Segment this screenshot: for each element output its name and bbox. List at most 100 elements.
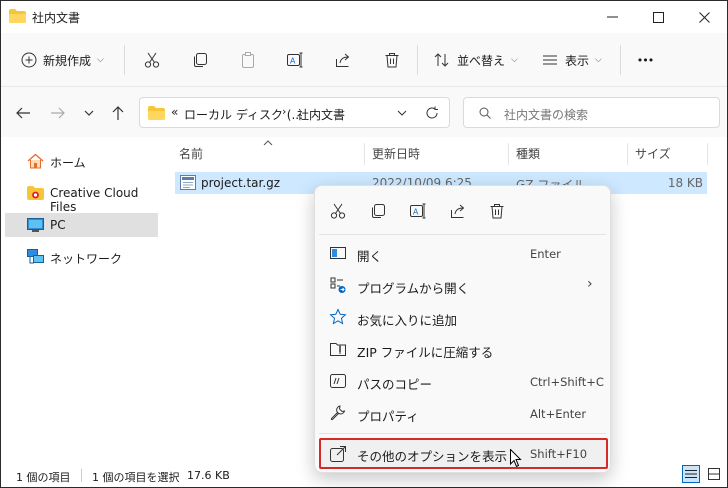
column-header-name[interactable]: 名前 [179,145,203,162]
forward-button[interactable] [46,101,70,125]
share-button[interactable] [332,45,354,75]
status-selected-size: 17.6 KB [187,469,230,482]
scissors-icon [144,52,160,68]
menu-item-label: プログラムから開く [357,281,470,296]
menu-item-compress-zip[interactable]: ZIP ファイルに圧縮する [321,334,606,365]
sort-button[interactable]: 並べ替え ⌵ [433,45,518,75]
svg-text:A: A [290,57,296,66]
menu-item-label: その他のオプションを表示 [357,449,508,464]
search-placeholder: 社内文書の検索 [504,108,589,122]
view-button[interactable]: 表示 ⌵ [541,45,602,75]
chevron-down-icon: ⌵ [97,55,104,65]
mouse-cursor-icon [510,449,522,468]
refresh-icon[interactable] [425,106,439,120]
recent-locations-button[interactable] [77,101,101,125]
chevron-down-icon[interactable] [397,108,407,118]
column-divider[interactable] [508,143,509,165]
rename-icon: A [410,203,426,219]
view-list-icon [543,55,557,65]
menu-rename-button[interactable]: A [403,197,433,225]
column-header-type[interactable]: 種類 [516,145,540,162]
copy-icon [372,204,385,218]
file-name: project.tar.gz [201,176,281,190]
folder-icon [9,9,26,23]
menu-copy-button[interactable] [363,197,393,225]
details-view-icon [685,470,697,478]
wrench-icon [330,405,346,421]
column-divider[interactable] [627,143,628,165]
menu-item-label: お気に入りに追加 [357,313,458,328]
column-divider[interactable] [364,143,365,165]
navigation-bar: « ローカル ディスク (... › 社内文書 社内文書の検索 [1,87,727,137]
menu-delete-button[interactable] [482,197,512,225]
command-bar: 新規作成 ⌵ A 並べ替え ⌵ 表示 ⌵ ••• [1,33,727,87]
search-box[interactable]: 社内文書の検索 [463,97,720,128]
delete-button[interactable] [381,45,403,75]
menu-item-label: パスのコピー [357,377,433,392]
menu-item-show-more-options[interactable]: その他のオプションを表示 Shift+F10 [319,438,608,469]
column-header-size[interactable]: サイズ [635,145,671,162]
column-divider[interactable] [707,143,708,165]
network-icon [27,249,44,264]
back-button[interactable] [11,101,35,125]
sidebar-item-label: Creative Cloud Files [50,186,139,214]
arrow-up-icon [112,106,124,120]
context-menu: A 開く Enter プログラムから開く › お気に入りに追加 ZIP ファイル… [314,185,611,473]
menu-item-open[interactable]: 開く Enter [321,238,606,269]
status-selected: 1 個の項目を選択 [92,471,180,484]
toolbar-divider [124,45,125,75]
chevron-down-icon [84,110,94,116]
copy-path-icon [330,374,346,388]
maximize-button[interactable] [635,1,681,33]
new-label: 新規作成 [43,53,92,68]
navigation-pane: ホーム Creative Cloud Files PC ネットワーク [1,137,163,461]
open-external-icon [330,446,346,462]
home-icon [27,153,44,169]
sort-label: 並べ替え [457,53,506,68]
breadcrumb-overflow[interactable]: « [171,105,178,119]
clipboard-icon [242,52,254,68]
creative-cloud-folder-icon [27,186,44,200]
sidebar-item-pc[interactable]: PC [5,213,158,237]
copy-icon [194,53,207,67]
sort-icon [434,53,449,67]
up-button[interactable] [106,101,130,125]
details-view-button[interactable] [682,465,700,483]
title-bar: 社内文書 [1,1,727,33]
cut-button[interactable] [141,45,163,75]
rename-button[interactable]: A [284,45,306,75]
tiles-view-button[interactable] [705,465,723,483]
more-button[interactable]: ••• [633,45,657,75]
menu-item-properties[interactable]: プロパティ Alt+Enter [321,398,606,429]
share-icon [336,53,350,67]
zip-folder-icon [330,343,346,356]
trash-icon [385,53,399,68]
menu-share-button[interactable] [443,197,473,225]
menu-divider [319,433,606,434]
copy-button[interactable] [189,45,211,75]
toolbar-divider [620,45,621,75]
breadcrumb-current-folder[interactable]: 社内文書 [297,106,345,123]
column-header-date[interactable]: 更新日時 [372,145,420,162]
new-button[interactable]: 新規作成 ⌵ [21,45,104,75]
view-label: 表示 [565,53,590,68]
menu-cut-button[interactable] [323,197,353,225]
more-label: ••• [636,53,654,67]
menu-item-shortcut: Shift+F10 [530,447,588,461]
menu-item-open-with[interactable]: プログラムから開く › [321,270,606,301]
menu-item-add-favorite[interactable]: お気に入りに追加 [321,302,606,333]
minimize-button[interactable] [589,1,635,33]
menu-item-copy-path[interactable]: パスのコピー Ctrl+Shift+C [321,366,606,397]
sidebar-item-home[interactable]: ホーム [5,149,158,173]
paste-button[interactable] [237,45,259,75]
menu-item-shortcut: Alt+Enter [530,407,587,421]
close-button[interactable] [681,1,727,33]
trash-icon [490,204,504,219]
computer-icon [27,218,44,232]
sidebar-item-network[interactable]: ネットワーク [5,245,158,269]
sidebar-item-creative-cloud[interactable]: Creative Cloud Files [5,181,158,214]
address-bar[interactable]: « ローカル ディスク (... › 社内文書 [139,97,450,128]
chevron-right-icon: › [587,276,593,292]
menu-item-shortcut: Enter [530,247,561,261]
menu-item-label: 開く [357,249,383,264]
